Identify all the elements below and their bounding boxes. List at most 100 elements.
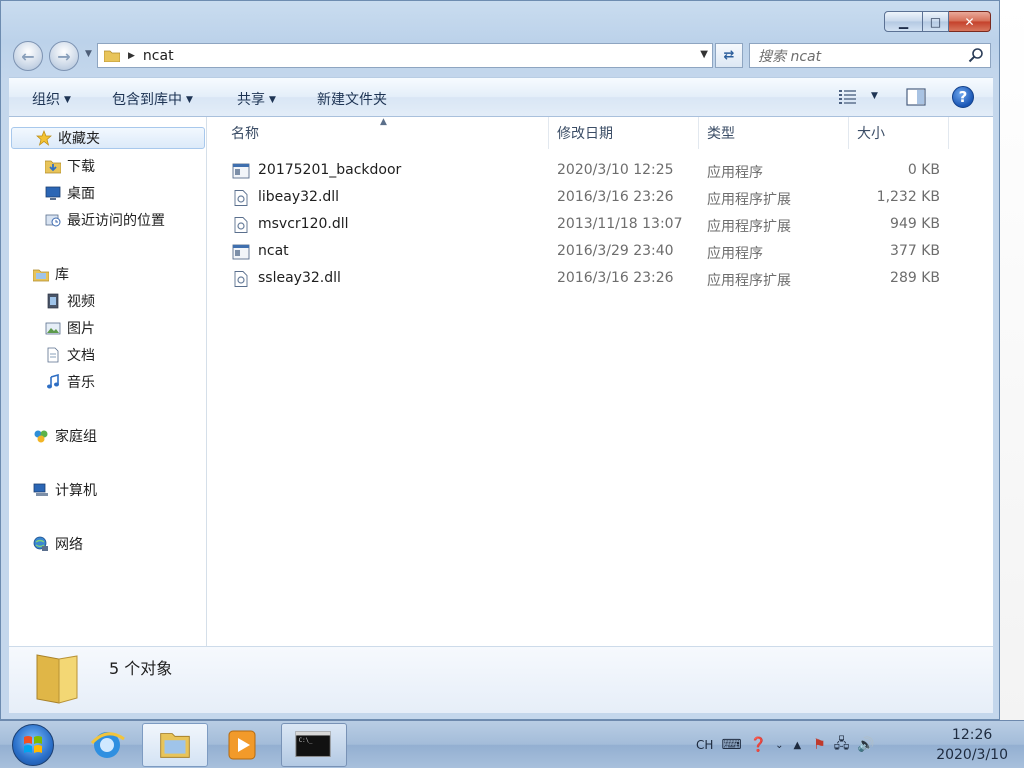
view-options-dropdown-icon[interactable]: ▼: [871, 91, 878, 101]
view-details-icon[interactable]: [838, 89, 858, 105]
ime-options-icon[interactable]: ⌄: [775, 740, 783, 751]
refresh-button[interactable]: ⇄: [715, 43, 743, 68]
arrow-left-icon: ←: [21, 46, 35, 66]
system-tray: CH ⌨ ❓ ⌄ ▲ ⚑ 🖧 🔊: [696, 721, 875, 769]
desktop-icon: [45, 186, 61, 200]
include-in-library-menu[interactable]: 包含到库中 ▼: [112, 89, 193, 109]
column-size-label: 大小: [857, 126, 885, 142]
recent-pages-dropdown[interactable]: ▼: [85, 49, 92, 59]
file-name: 20175201_backdoor: [258, 162, 402, 178]
nav-libraries-label: 库: [55, 267, 69, 283]
clock-date: 2020/3/10: [936, 747, 1008, 763]
nav-documents-label: 文档: [67, 348, 95, 364]
downloads-folder-icon: [45, 160, 61, 174]
nav-desktop-label: 桌面: [67, 186, 95, 202]
start-button[interactable]: [12, 724, 54, 766]
volume-icon[interactable]: 🔊: [857, 737, 874, 753]
nav-downloads[interactable]: 下载: [45, 155, 95, 177]
application-icon: [232, 244, 250, 260]
desktop-background: [1000, 0, 1024, 720]
nav-recent-places[interactable]: 最近访问的位置: [45, 209, 165, 231]
internet-explorer-icon: [90, 732, 125, 758]
maximize-button[interactable]: □: [923, 11, 949, 32]
item-count: 5 个对象: [109, 659, 173, 678]
nav-computer[interactable]: 计算机: [33, 479, 97, 501]
forward-button[interactable]: →: [49, 41, 79, 71]
address-bar[interactable]: ▶ ncat ▼: [97, 43, 713, 68]
nav-pictures-label: 图片: [67, 321, 95, 337]
clock[interactable]: 12:26 2020/3/10: [936, 725, 1008, 765]
keyboard-icon[interactable]: ⌨: [721, 737, 741, 753]
file-size: 949 KB: [890, 216, 940, 232]
table-row[interactable]: ssleay32.dll 2016/3/16 23:26 应用程序扩展 289 …: [207, 266, 993, 293]
taskbar: C:\_ CH ⌨ ❓ ⌄ ▲ ⚑ 🖧 🔊 12:26 2020/3/10: [0, 720, 1024, 768]
taskbar-explorer[interactable]: [142, 723, 208, 767]
action-center-flag-icon[interactable]: ⚑: [813, 737, 826, 753]
search-box[interactable]: [749, 43, 991, 68]
taskbar-command-prompt[interactable]: C:\_: [281, 723, 347, 767]
taskbar-ie[interactable]: [74, 723, 140, 767]
file-list-pane: ▲ 名称 修改日期 类型 大小 20175201_backdoor 2020/3…: [207, 117, 993, 646]
nav-documents[interactable]: 文档: [45, 344, 95, 366]
nav-favorites[interactable]: 收藏夹: [11, 127, 205, 149]
preview-pane-icon[interactable]: [906, 88, 926, 106]
show-hidden-icons-icon[interactable]: ▲: [793, 740, 801, 751]
share-menu[interactable]: 共享 ▼: [237, 89, 276, 109]
column-header-name[interactable]: 名称: [223, 117, 549, 149]
file-size: 377 KB: [890, 243, 940, 259]
file-type: 应用程序扩展: [707, 273, 791, 289]
details-pane: 5 个对象: [9, 646, 993, 713]
help-icon[interactable]: ❓: [750, 737, 767, 753]
file-date: 2013/11/18 13:07: [557, 216, 683, 232]
documents-icon: [47, 347, 59, 363]
nav-videos-label: 视频: [67, 294, 95, 310]
organize-label: 组织: [32, 92, 60, 108]
column-header-type[interactable]: 类型: [699, 117, 849, 149]
language-indicator[interactable]: CH: [696, 738, 713, 752]
nav-homegroup-label: 家庭组: [55, 429, 97, 445]
clock-time: 12:26: [951, 727, 993, 743]
close-button[interactable]: ✕: [949, 11, 991, 32]
help-icon[interactable]: ?: [952, 86, 974, 108]
nav-network[interactable]: 网络: [33, 533, 83, 555]
star-icon: [36, 130, 52, 146]
file-name: ssleay32.dll: [258, 270, 341, 286]
breadcrumb-ncat[interactable]: ncat: [143, 48, 174, 64]
breadcrumb-chevron-icon[interactable]: ▶: [128, 51, 135, 61]
minimize-button[interactable]: ▁: [884, 11, 923, 32]
nav-pictures[interactable]: 图片: [45, 317, 95, 339]
file-type: 应用程序: [707, 246, 763, 262]
table-row[interactable]: libeay32.dll 2016/3/16 23:26 应用程序扩展 1,23…: [207, 185, 993, 212]
refresh-icon: ⇄: [723, 48, 735, 63]
taskbar-media-player[interactable]: [210, 723, 276, 767]
back-button[interactable]: ←: [13, 41, 43, 71]
column-header-date[interactable]: 修改日期: [549, 117, 699, 149]
nav-videos[interactable]: 视频: [45, 290, 95, 312]
music-icon: [47, 374, 59, 389]
chevron-down-icon: ▼: [186, 95, 193, 105]
caption-buttons: ▁ □ ✕: [884, 11, 991, 32]
column-header-size[interactable]: 大小: [849, 117, 949, 149]
file-date: 2016/3/16 23:26: [557, 189, 674, 205]
network-status-icon[interactable]: 🖧: [834, 733, 850, 757]
nav-music-label: 音乐: [67, 375, 95, 391]
search-icon[interactable]: [968, 47, 984, 63]
videos-icon: [47, 293, 59, 309]
new-folder-button[interactable]: 新建文件夹: [317, 89, 387, 109]
recent-places-icon: [45, 214, 61, 227]
file-name: msvcr120.dll: [258, 216, 349, 232]
nav-homegroup[interactable]: 家庭组: [33, 425, 97, 447]
file-type: 应用程序扩展: [707, 192, 791, 208]
search-input[interactable]: [756, 46, 960, 67]
table-row[interactable]: msvcr120.dll 2013/11/18 13:07 应用程序扩展 949…: [207, 212, 993, 239]
address-dropdown-icon[interactable]: ▼: [700, 49, 708, 60]
chevron-down-icon: ▼: [64, 95, 71, 105]
organize-menu[interactable]: 组织 ▼: [32, 89, 71, 109]
nav-music[interactable]: 音乐: [45, 371, 95, 393]
table-row[interactable]: 20175201_backdoor 2020/3/10 12:25 应用程序 0…: [207, 158, 993, 185]
table-row[interactable]: ncat 2016/3/29 23:40 应用程序 377 KB: [207, 239, 993, 266]
folder-icon: [36, 654, 78, 704]
nav-libraries[interactable]: 库: [33, 263, 69, 285]
share-label: 共享: [237, 92, 265, 108]
nav-desktop[interactable]: 桌面: [45, 182, 95, 204]
